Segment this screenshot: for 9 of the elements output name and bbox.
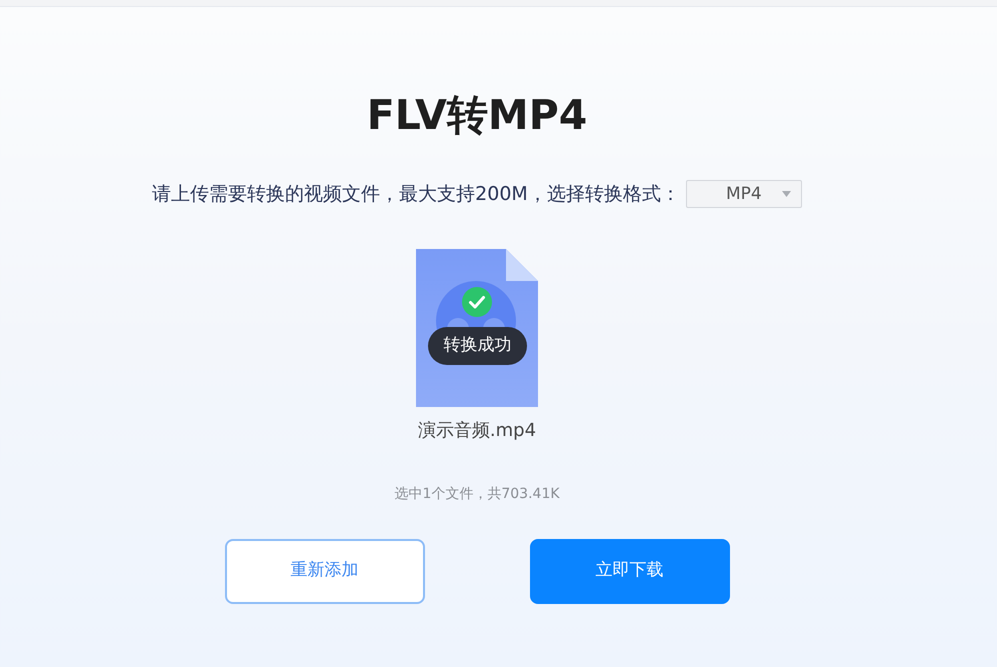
download-button[interactable]: 立即下载	[530, 538, 730, 604]
caret-icon	[782, 191, 791, 198]
status-badge: 转换成功	[428, 326, 527, 364]
page-title: FLV转MP4	[366, 95, 588, 136]
upload-instructions: 请上传需要转换的视频文件，最大支持200M，选择转换格式：	[152, 182, 680, 207]
file-name: 演示音频.mp4	[418, 418, 536, 442]
add-again-button[interactable]: 重新添加	[224, 538, 424, 604]
format-select[interactable]: MP4	[686, 180, 802, 208]
selection-summary: 选中1个文件，共703.41K	[394, 484, 560, 504]
